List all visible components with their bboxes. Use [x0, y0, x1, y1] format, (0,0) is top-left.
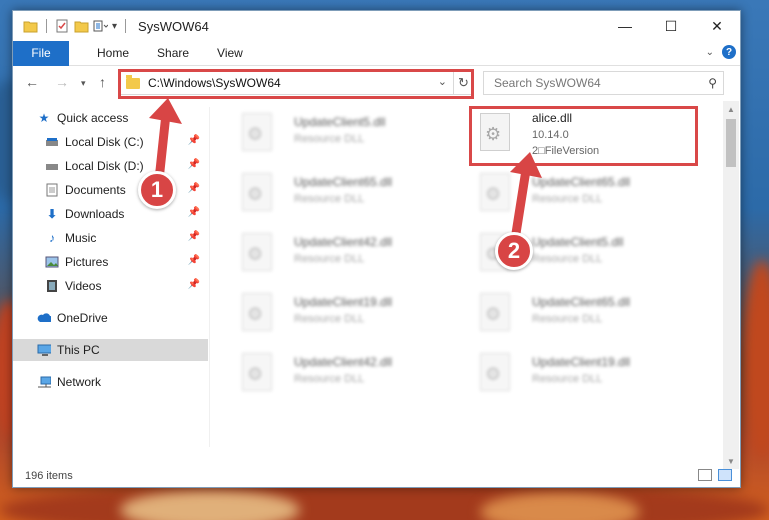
callout-badge-1: 1	[138, 171, 176, 209]
callout-arrows	[149, 98, 542, 251]
callout-badge-2: 2	[495, 232, 533, 270]
